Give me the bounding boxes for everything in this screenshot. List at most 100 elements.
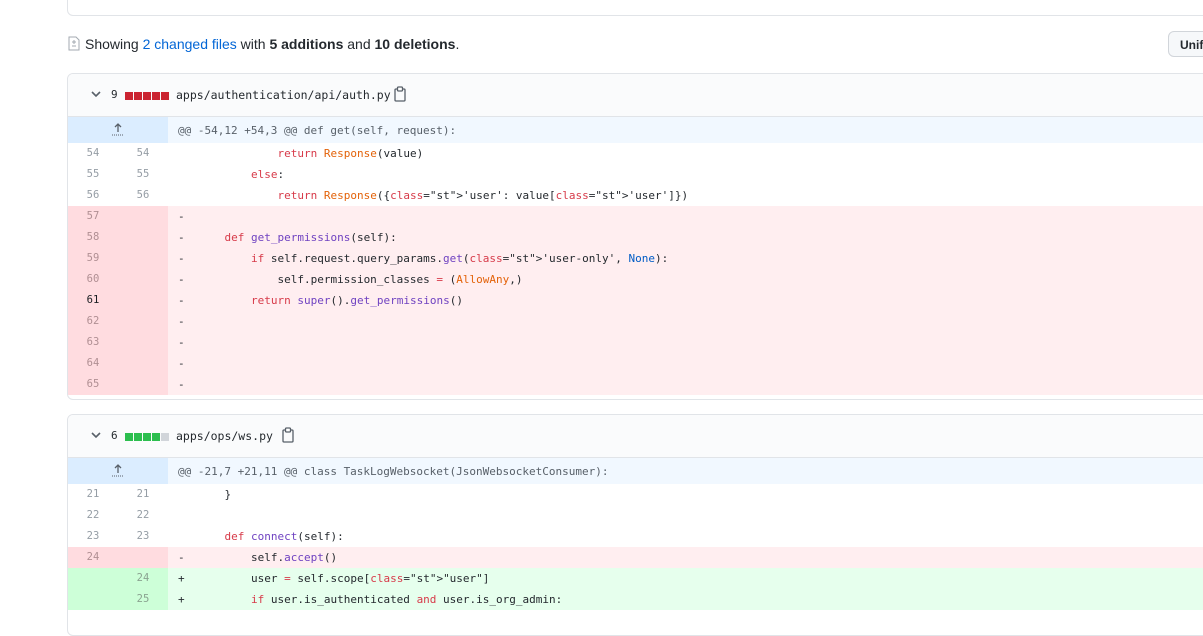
- new-line-number[interactable]: [118, 374, 168, 395]
- diff-line-add: 24 + user = self.scope[class="st">"user"]: [68, 568, 1203, 589]
- summary-period: .: [455, 36, 460, 52]
- old-line-number[interactable]: 63: [68, 332, 118, 353]
- unified-view-button[interactable]: Unified: [1168, 31, 1203, 57]
- old-line-number[interactable]: 59: [68, 248, 118, 269]
- diffstat-block-del: [152, 92, 160, 100]
- code-content: self.accept(): [198, 551, 338, 564]
- old-line-number[interactable]: 62: [68, 311, 118, 332]
- code-content: self.permission_classes = (AllowAny,): [198, 273, 523, 286]
- diff-line-ctx: 21 21 }: [68, 484, 1203, 505]
- code-content: return Response({class="st">'user': valu…: [277, 189, 689, 202]
- old-line-number[interactable]: 55: [68, 164, 118, 185]
- diff-line-add: 25 + if user.is_authenticated and user.is…: [68, 589, 1203, 610]
- old-line-number[interactable]: 57: [68, 206, 118, 227]
- file-header: 6 apps/ops/ws.py: [68, 415, 1203, 458]
- old-line-number[interactable]: [68, 568, 118, 589]
- diff-line-ctx: 54 54 return Response(value): [68, 143, 1203, 164]
- diff-sign: -: [178, 210, 185, 223]
- new-line-number[interactable]: [118, 311, 168, 332]
- clipboard-icon[interactable]: [393, 86, 407, 102]
- diff-line-del: 61 - return super().get_permissions(): [68, 290, 1203, 311]
- code-content: [188, 311, 1203, 332]
- old-line-number[interactable]: 58: [68, 227, 118, 248]
- diffstat-block-add: [152, 433, 160, 441]
- diff-line-ctx: 55 55 else:: [68, 164, 1203, 185]
- diffstat-block-add: [143, 433, 151, 441]
- diff-sign: -: [178, 231, 185, 244]
- old-line-number[interactable]: 56: [68, 185, 118, 206]
- code-content: [188, 505, 1203, 526]
- diff-sign: [168, 164, 188, 185]
- changes-count: 9: [111, 88, 118, 101]
- diff-line-ctx: 56 56 return Response({class="st">'user':…: [68, 185, 1203, 206]
- old-line-number[interactable]: 60: [68, 269, 118, 290]
- new-line-number[interactable]: 25: [118, 589, 168, 610]
- diffstat-bar: [125, 433, 169, 441]
- changes-count: 6: [111, 429, 118, 442]
- old-line-number[interactable]: 23: [68, 526, 118, 547]
- chevron-down-icon[interactable]: [90, 431, 102, 441]
- new-line-number[interactable]: 22: [118, 505, 168, 526]
- code-content: def get_permissions(self):: [224, 231, 397, 244]
- old-line-number[interactable]: 24: [68, 547, 118, 568]
- summary-and: and: [347, 36, 371, 52]
- new-line-number[interactable]: 23: [118, 526, 168, 547]
- diff-line-ctx: 22 22: [68, 505, 1203, 526]
- file-path[interactable]: apps/ops/ws.py: [176, 428, 273, 444]
- old-line-number[interactable]: 61: [68, 290, 118, 311]
- old-line-number[interactable]: 64: [68, 353, 118, 374]
- file-diff: 9 apps/authentication/api/auth.py @@ -54…: [67, 73, 1203, 400]
- expand-up-icon: [112, 123, 124, 136]
- diff-line-ctx: 23 23 def connect(self):: [68, 526, 1203, 547]
- diffstat-block-del: [161, 92, 169, 100]
- chevron-down-icon[interactable]: [90, 90, 102, 100]
- old-line-number[interactable]: 22: [68, 505, 118, 526]
- old-line-number[interactable]: 21: [68, 484, 118, 505]
- code-content: }: [198, 488, 232, 501]
- diff-sign: -: [178, 252, 185, 265]
- new-line-number[interactable]: [118, 332, 168, 353]
- code-content: [188, 374, 1203, 395]
- new-line-number[interactable]: [118, 547, 168, 568]
- commit-card: [67, 0, 1203, 16]
- code-content: def connect(self):: [224, 530, 344, 543]
- diff-line-del: 24 - self.accept(): [68, 547, 1203, 568]
- diff-sign: [168, 484, 188, 505]
- diffstat-block-del: [125, 92, 133, 100]
- diff-summary: Showing 2 changed files with 5 additions…: [68, 34, 459, 54]
- clipboard-icon[interactable]: [281, 427, 295, 443]
- file-path[interactable]: apps/authentication/api/auth.py: [176, 87, 391, 103]
- additions-count: 5 additions: [269, 36, 344, 52]
- new-line-number[interactable]: 54: [118, 143, 168, 164]
- diffstat-block-add: [125, 433, 133, 441]
- diff-sign: [168, 185, 188, 206]
- diff-line-del: 64 -: [68, 353, 1203, 374]
- new-line-number[interactable]: 21: [118, 484, 168, 505]
- new-line-number[interactable]: 24: [118, 568, 168, 589]
- hunk-header: @@ -21,7 +21,11 @@ class TaskLogWebsocke…: [68, 458, 1203, 484]
- file-header: 9 apps/authentication/api/auth.py: [68, 74, 1203, 117]
- diff-lines: 21 21 } 22 22 23 23 def connect(self): 24- se…: [68, 484, 1203, 610]
- file-diff: 6 apps/ops/ws.py @@ -21,7 +21,11 @@ clas…: [67, 414, 1203, 636]
- file-diff-icon: [68, 36, 80, 51]
- old-line-number[interactable]: 54: [68, 143, 118, 164]
- new-line-number[interactable]: [118, 269, 168, 290]
- old-line-number[interactable]: 65: [68, 374, 118, 395]
- new-line-number[interactable]: 56: [118, 185, 168, 206]
- changed-files-link[interactable]: 2 changed files: [143, 36, 237, 52]
- expand-up-button[interactable]: [68, 458, 168, 484]
- code-content: [188, 332, 1203, 353]
- new-line-number[interactable]: 55: [118, 164, 168, 185]
- new-line-number[interactable]: [118, 353, 168, 374]
- new-line-number[interactable]: [118, 248, 168, 269]
- new-line-number[interactable]: [118, 206, 168, 227]
- expand-up-icon: [112, 464, 124, 477]
- code-content: return super().get_permissions(): [250, 294, 463, 307]
- code-content: if user.is_authenticated and user.is_org…: [250, 593, 563, 606]
- diff-line-del: 57 -: [68, 206, 1203, 227]
- expand-up-button[interactable]: [68, 117, 168, 143]
- new-line-number[interactable]: [118, 290, 168, 311]
- diff-sign: -: [178, 273, 185, 286]
- old-line-number[interactable]: [68, 589, 118, 610]
- new-line-number[interactable]: [118, 227, 168, 248]
